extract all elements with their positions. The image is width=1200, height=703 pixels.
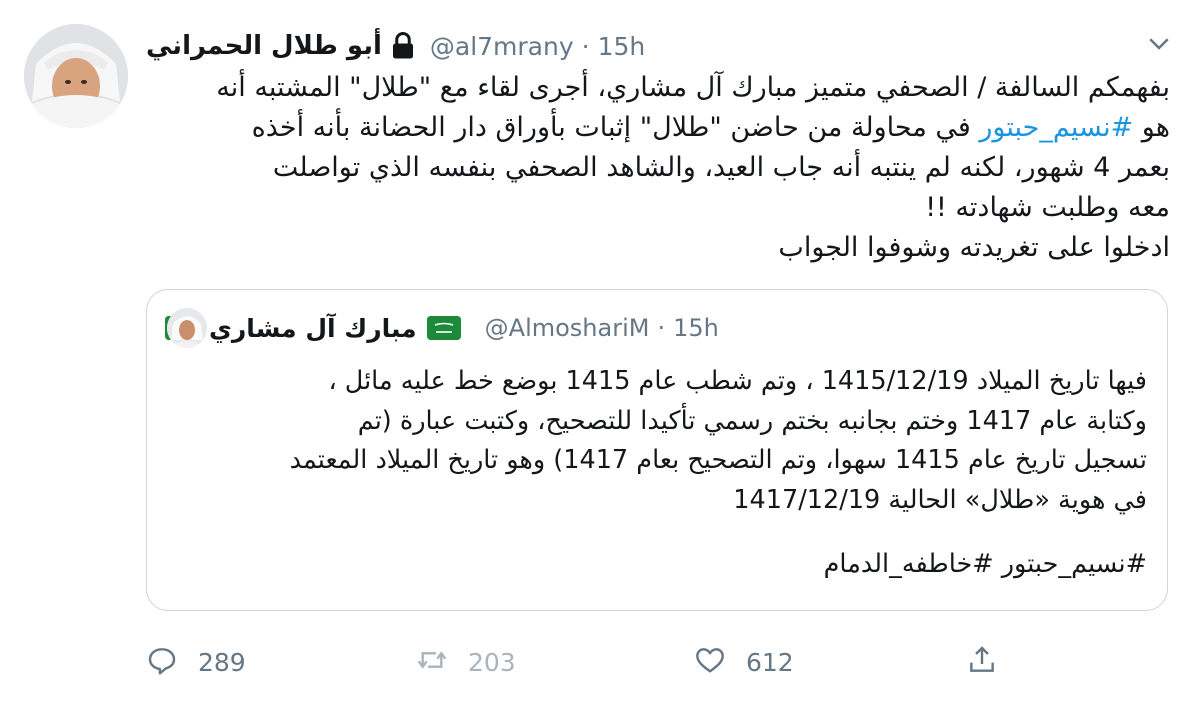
quoted-timestamp[interactable]: 15h <box>673 314 719 342</box>
share-button[interactable] <box>966 640 998 684</box>
tweet-line: بفهمكم السالفة / الصحفي متميز مبارك آل م… <box>216 72 1170 103</box>
like-button[interactable]: 612 <box>694 640 794 684</box>
tweet-actions: 289 203 612 <box>146 640 1170 684</box>
author-photo <box>24 24 128 128</box>
chevron-down-icon[interactable] <box>1144 28 1174 58</box>
separator-dot: · <box>657 314 666 342</box>
reply-count: 289 <box>198 647 246 677</box>
quoted-line: تسجيل تاريخ عام 1415 سهوا، وتم التصحيح ب… <box>289 445 1147 475</box>
retweet-count: 203 <box>468 647 516 677</box>
retweet-icon <box>416 644 448 680</box>
author-avatar[interactable] <box>24 24 128 128</box>
quoted-tweet[interactable]: @AlmoshariM · 15h مبارك آل مشاري فيها تا… <box>146 289 1168 611</box>
share-icon <box>966 644 998 680</box>
tweet-text: بفهمكم السالفة / الصحفي متميز مبارك آل م… <box>146 68 1170 268</box>
reply-button[interactable]: 289 <box>146 640 246 684</box>
author-name[interactable]: أبو طلال الحمراني <box>146 31 382 61</box>
quoted-hashtags[interactable]: #نسيم_حبتور #خاطفه_الدمام <box>167 544 1147 584</box>
tweet-line: معه وطلبت شهادته !! <box>925 192 1170 223</box>
quoted-line: فيها تاريخ الميلاد 1415/12/19 ، وتم شطب … <box>328 366 1147 396</box>
tweet[interactable]: أبو طلال الحمراني @al7mrany · 15h بفهمكم… <box>0 0 1200 703</box>
quoted-author-name[interactable]: مبارك آل مشاري <box>209 314 417 343</box>
quoted-author-handle[interactable]: @AlmoshariM <box>485 314 650 342</box>
tweet-line-rest: في محاولة من حاضن "طلال" إثبات بأوراق دا… <box>251 112 971 143</box>
quoted-tweet-header: @AlmoshariM · 15h مبارك آل مشاري <box>165 308 719 348</box>
tweet-line: بعمر 4 شهور، لكنه لم ينتبه أنه جاب العيد… <box>272 152 1170 183</box>
tweet-line: هو #نسيم_حبتور في محاولة من حاضن "طلال" … <box>146 108 1170 148</box>
quoted-line: وكتابة عام 1417 وختم بجانبه بختم رسمي تأ… <box>357 405 1147 436</box>
quoted-line: في هوية «طلال» الحالية 1417/12/19 <box>733 484 1147 515</box>
quoted-author-avatar[interactable] <box>167 308 207 348</box>
author-handle[interactable]: @al7mrany <box>430 32 574 61</box>
quoted-author-photo <box>167 308 207 348</box>
quoted-tweet-text: فيها تاريخ الميلاد 1415/12/19 ، وتم شطب … <box>167 362 1147 520</box>
lock-icon <box>388 31 418 61</box>
like-icon <box>694 644 726 680</box>
tweet-timestamp[interactable]: 15h <box>598 32 646 61</box>
like-count: 612 <box>746 647 794 677</box>
retweet-button[interactable]: 203 <box>416 640 516 684</box>
saudi-flag-icon <box>426 316 461 340</box>
hashtag-link[interactable]: #نسيم_حبتور <box>979 112 1133 143</box>
tweet-line-prefix: هو <box>1133 112 1170 143</box>
tweet-header: أبو طلال الحمراني @al7mrany · 15h <box>146 28 645 64</box>
tweet-line: ادخلوا على تغريدته وشوفوا الجواب <box>778 232 1170 263</box>
separator-dot: · <box>581 31 590 61</box>
reply-icon <box>146 644 178 680</box>
